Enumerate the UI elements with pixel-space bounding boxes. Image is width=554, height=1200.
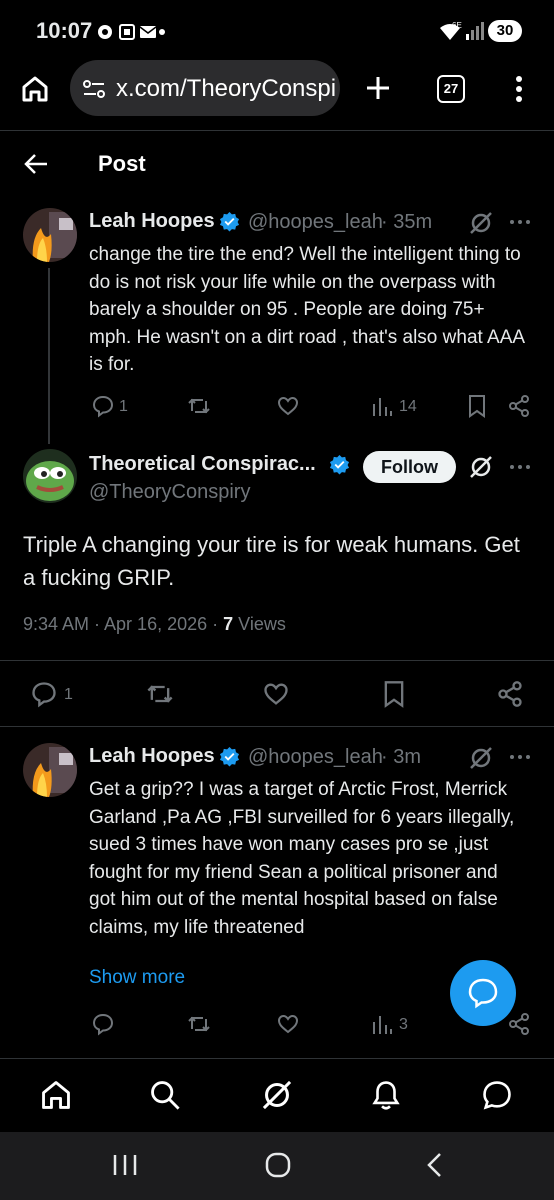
system-back-icon[interactable] bbox=[424, 1152, 444, 1178]
repost-icon[interactable] bbox=[187, 394, 211, 418]
reply-icon[interactable] bbox=[91, 1012, 115, 1036]
status-time: 10:07 bbox=[36, 18, 93, 43]
views-count: 14 bbox=[399, 398, 417, 415]
verified-badge-icon bbox=[329, 454, 350, 475]
more-options-icon[interactable] bbox=[509, 753, 531, 761]
views-count: 3 bbox=[399, 1016, 408, 1033]
follow-button[interactable]: Follow bbox=[363, 451, 456, 483]
system-home-icon[interactable] bbox=[265, 1152, 291, 1178]
author-name[interactable]: Theoretical Conspirac... bbox=[89, 453, 316, 476]
divider bbox=[0, 726, 554, 727]
avatar[interactable] bbox=[23, 449, 77, 503]
verified-badge-icon bbox=[219, 211, 240, 232]
views-count: 7 bbox=[223, 614, 234, 634]
views-chart-icon[interactable] bbox=[371, 394, 393, 418]
avatar[interactable] bbox=[23, 208, 77, 262]
repost-icon[interactable] bbox=[146, 680, 174, 708]
post-metadata: 9:34 AM · Apr 16, 2026 · 7 Views bbox=[23, 614, 286, 635]
repost-icon[interactable] bbox=[187, 1012, 211, 1036]
author-handle[interactable]: @hoopes_leah bbox=[248, 746, 383, 769]
share-icon[interactable] bbox=[496, 680, 524, 708]
reply-icon[interactable] bbox=[91, 394, 115, 418]
reply-count: 1 bbox=[64, 686, 73, 703]
author-handle[interactable]: @TheoryConspiry bbox=[89, 481, 250, 504]
nav-search-icon[interactable] bbox=[148, 1078, 182, 1112]
post-text: change the tire the end? Well the intell… bbox=[89, 244, 524, 375]
more-options-icon[interactable] bbox=[509, 463, 531, 471]
author-name[interactable]: Leah Hoopes bbox=[89, 745, 215, 768]
thread-line bbox=[48, 268, 50, 444]
views-label: Views bbox=[233, 614, 286, 634]
reply-fab-button[interactable] bbox=[450, 960, 516, 1026]
url-text[interactable]: x.com/TheoryConspi bbox=[116, 75, 338, 103]
show-more-link[interactable]: Show more bbox=[89, 967, 185, 989]
grok-icon[interactable] bbox=[468, 454, 494, 480]
nav-messages-icon[interactable] bbox=[480, 1078, 514, 1112]
nav-home-icon[interactable] bbox=[39, 1078, 73, 1112]
divider bbox=[0, 130, 554, 131]
grok-icon[interactable] bbox=[468, 210, 494, 236]
more-options-icon[interactable] bbox=[509, 218, 531, 226]
bookmark-icon[interactable] bbox=[466, 394, 488, 418]
bookmark-icon[interactable] bbox=[381, 680, 407, 708]
page-title: Post bbox=[98, 151, 146, 176]
svg-text:6E: 6E bbox=[452, 21, 462, 30]
like-heart-icon[interactable] bbox=[262, 680, 290, 708]
notification-icons bbox=[96, 22, 166, 42]
tab-switcher-button[interactable]: 27 bbox=[437, 75, 465, 103]
reply-count: 1 bbox=[119, 398, 128, 415]
post-age: · 3m bbox=[381, 746, 421, 768]
divider bbox=[0, 660, 554, 661]
grok-icon[interactable] bbox=[468, 745, 494, 771]
post-text: Triple A changing your tire is for weak … bbox=[23, 532, 520, 590]
nav-notifications-icon[interactable] bbox=[369, 1078, 403, 1112]
recent-apps-icon[interactable] bbox=[112, 1153, 138, 1177]
like-heart-icon[interactable] bbox=[276, 394, 300, 418]
author-name[interactable]: Leah Hoopes bbox=[89, 210, 215, 233]
post-text: Get a grip?? I was a target of Arctic Fr… bbox=[89, 779, 515, 938]
share-icon[interactable] bbox=[507, 394, 531, 418]
nav-grok-icon[interactable] bbox=[260, 1078, 294, 1112]
site-settings-icon[interactable] bbox=[82, 78, 106, 100]
avatar[interactable] bbox=[23, 743, 77, 797]
like-heart-icon[interactable] bbox=[276, 1012, 300, 1036]
more-menu-icon[interactable] bbox=[512, 74, 526, 104]
reply-icon[interactable] bbox=[30, 680, 58, 708]
post-age: · 35m bbox=[381, 211, 433, 233]
views-chart-icon[interactable] bbox=[371, 1012, 393, 1036]
back-arrow-icon[interactable] bbox=[22, 150, 50, 178]
battery-indicator: 30 bbox=[488, 20, 522, 42]
wifi-signal-icon: 6E bbox=[438, 20, 484, 42]
post-timestamp: 9:34 AM · Apr 16, 2026 · bbox=[23, 614, 224, 634]
home-icon[interactable] bbox=[20, 74, 50, 104]
new-tab-icon[interactable] bbox=[364, 74, 392, 102]
verified-badge-icon bbox=[219, 746, 240, 767]
author-handle[interactable]: @hoopes_leah bbox=[248, 211, 383, 234]
